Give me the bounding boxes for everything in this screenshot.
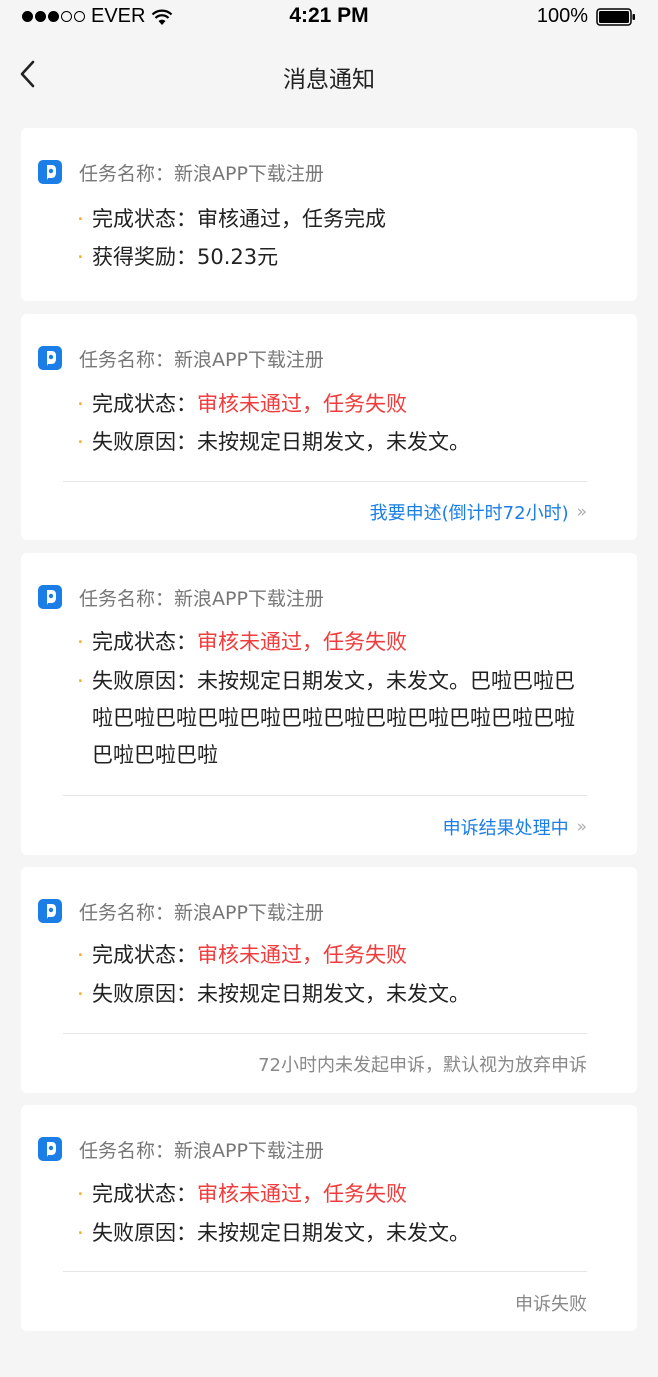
- status-value: 审核未通过，任务失败: [197, 1182, 407, 1206]
- status-text: 完成状态：审核未通过，任务失败: [92, 1176, 591, 1213]
- appeal-link-label: 我要申述(倒计时72小时): [369, 503, 569, 524]
- status-label: 完成状态：: [92, 943, 197, 967]
- notification-card[interactable]: 任务名称：新浪APP下载注册 · 完成状态：审核通过，任务完成 · 获得奖励：5…: [21, 128, 637, 301]
- bullet-dot: ·: [77, 630, 84, 654]
- failure-reason-label: 失败原因：: [92, 430, 197, 454]
- status-value: 审核未通过，任务失败: [197, 943, 407, 967]
- status-label: 完成状态：: [92, 392, 197, 416]
- reward-label: 获得奖励：: [92, 245, 197, 269]
- status-row: · 完成状态：审核未通过，任务失败: [77, 1176, 591, 1213]
- appeal-status-link[interactable]: 申诉结果处理中 »: [443, 814, 587, 840]
- failure-reason-row: · 失败原因：未按规定日期发文，未发文。巴啦巴啦巴啦巴啦巴啦巴啦巴啦巴啦巴啦巴啦…: [77, 663, 591, 774]
- sina-app-icon: [38, 160, 62, 184]
- sina-app-icon: [38, 346, 62, 370]
- sina-app-icon: [38, 1137, 62, 1161]
- failure-reason-row: · 失败原因：未按规定日期发文，未发文。: [77, 1215, 591, 1252]
- appeal-status-label: 申诉结果处理中: [442, 818, 569, 839]
- bullet-dot: ·: [77, 943, 84, 967]
- status-row: · 完成状态：审核未通过，任务失败: [77, 386, 591, 423]
- task-name: 任务名称：新浪APP下载注册: [79, 587, 324, 610]
- failure-reason-text: 失败原因：未按规定日期发文，未发文。巴啦巴啦巴啦巴啦巴啦巴啦巴啦巴啦巴啦巴啦巴啦…: [92, 663, 591, 774]
- status-row: · 完成状态：审核未通过，任务失败: [77, 624, 591, 661]
- card-header: 任务名称：新浪APP下载注册: [38, 585, 324, 610]
- reward-row: · 获得奖励：50.23元: [77, 239, 591, 276]
- double-chevron-right-icon: »: [576, 817, 587, 837]
- notification-card[interactable]: 任务名称：新浪APP下载注册 · 完成状态：审核未通过，任务失败 · 失败原因：…: [21, 553, 637, 855]
- battery-icon: [596, 7, 635, 26]
- status-text: 完成状态：审核未通过，任务失败: [92, 937, 591, 974]
- double-chevron-right-icon: »: [576, 502, 587, 522]
- failure-reason-value: 未按规定日期发文，未发文。: [197, 1221, 470, 1245]
- reward-text: 获得奖励：50.23元: [92, 239, 591, 276]
- notification-card[interactable]: 任务名称：新浪APP下载注册 · 完成状态：审核未通过，任务失败 · 失败原因：…: [21, 314, 637, 540]
- bullet-dot: ·: [77, 207, 84, 231]
- status-row: · 完成状态：审核未通过，任务失败: [77, 937, 591, 974]
- bullet-dot: ·: [77, 430, 84, 454]
- appeal-failed-note: 申诉失败: [515, 1290, 587, 1316]
- status-value: 审核未通过，任务失败: [197, 392, 407, 416]
- appeal-failed-label: 申诉失败: [515, 1294, 587, 1315]
- failure-reason-text: 失败原因：未按规定日期发文，未发文。: [92, 424, 591, 461]
- failure-reason-text: 失败原因：未按规定日期发文，未发文。: [92, 1215, 591, 1252]
- failure-reason-label: 失败原因：: [92, 669, 197, 693]
- bullet-dot: ·: [77, 982, 84, 1006]
- card-header: 任务名称：新浪APP下载注册: [38, 346, 324, 371]
- status-text: 完成状态：审核通过，任务完成: [92, 201, 591, 238]
- failure-reason-label: 失败原因：: [92, 982, 197, 1006]
- status-label: 完成状态：: [92, 1182, 197, 1206]
- task-name: 任务名称：新浪APP下载注册: [79, 348, 324, 371]
- nav-bar: 消息通知: [0, 40, 658, 108]
- bullet-dot: ·: [77, 245, 84, 269]
- page-title: 消息通知: [283, 67, 375, 93]
- failure-reason-row: · 失败原因：未按规定日期发文，未发文。: [77, 976, 591, 1013]
- divider: [63, 1033, 587, 1034]
- status-row: · 完成状态：审核通过，任务完成: [77, 201, 591, 238]
- battery-percentage: 100%: [536, 5, 588, 27]
- failure-reason-text: 失败原因：未按规定日期发文，未发文。: [92, 976, 591, 1013]
- status-right: 100%: [537, 5, 636, 28]
- appeal-expired-label: 72小时内未发起申诉，默认视为放弃申诉: [258, 1055, 587, 1076]
- appeal-expired-note: 72小时内未发起申诉，默认视为放弃申诉: [258, 1051, 587, 1077]
- failure-reason-row: · 失败原因：未按规定日期发文，未发文。: [77, 424, 591, 461]
- failure-reason-value: 未按规定日期发文，未发文。: [197, 430, 470, 454]
- task-name: 任务名称：新浪APP下载注册: [79, 901, 324, 924]
- status-label: 完成状态：: [92, 630, 197, 654]
- card-header: 任务名称：新浪APP下载注册: [38, 899, 324, 924]
- divider: [63, 1271, 587, 1272]
- sina-app-icon: [38, 899, 62, 923]
- failure-reason-value: 未按规定日期发文，未发文。: [197, 982, 470, 1006]
- task-name: 任务名称：新浪APP下载注册: [79, 1139, 324, 1162]
- task-name: 任务名称：新浪APP下载注册: [79, 162, 324, 185]
- status-value: 审核通过，任务完成: [197, 207, 386, 231]
- status-bar: EVER 4:21 PM 100%: [0, 0, 658, 34]
- bullet-dot: ·: [77, 1221, 84, 1245]
- sina-app-icon: [38, 585, 62, 609]
- status-label: 完成状态：: [92, 207, 197, 231]
- bullet-dot: ·: [77, 669, 84, 693]
- status-text: 完成状态：审核未通过，任务失败: [92, 386, 591, 423]
- divider: [63, 481, 587, 482]
- card-header: 任务名称：新浪APP下载注册: [38, 1137, 324, 1162]
- bullet-dot: ·: [77, 1182, 84, 1206]
- reward-value: 50.23元: [197, 245, 279, 269]
- card-header: 任务名称：新浪APP下载注册: [38, 160, 324, 185]
- status-value: 审核未通过，任务失败: [197, 630, 407, 654]
- status-text: 完成状态：审核未通过，任务失败: [92, 624, 591, 661]
- notification-card[interactable]: 任务名称：新浪APP下载注册 · 完成状态：审核未通过，任务失败 · 失败原因：…: [21, 867, 637, 1093]
- failure-reason-label: 失败原因：: [92, 1221, 197, 1245]
- bullet-dot: ·: [77, 392, 84, 416]
- notification-card[interactable]: 任务名称：新浪APP下载注册 · 完成状态：审核未通过，任务失败 · 失败原因：…: [21, 1105, 637, 1331]
- appeal-link[interactable]: 我要申述(倒计时72小时) »: [370, 499, 587, 525]
- divider: [63, 795, 587, 796]
